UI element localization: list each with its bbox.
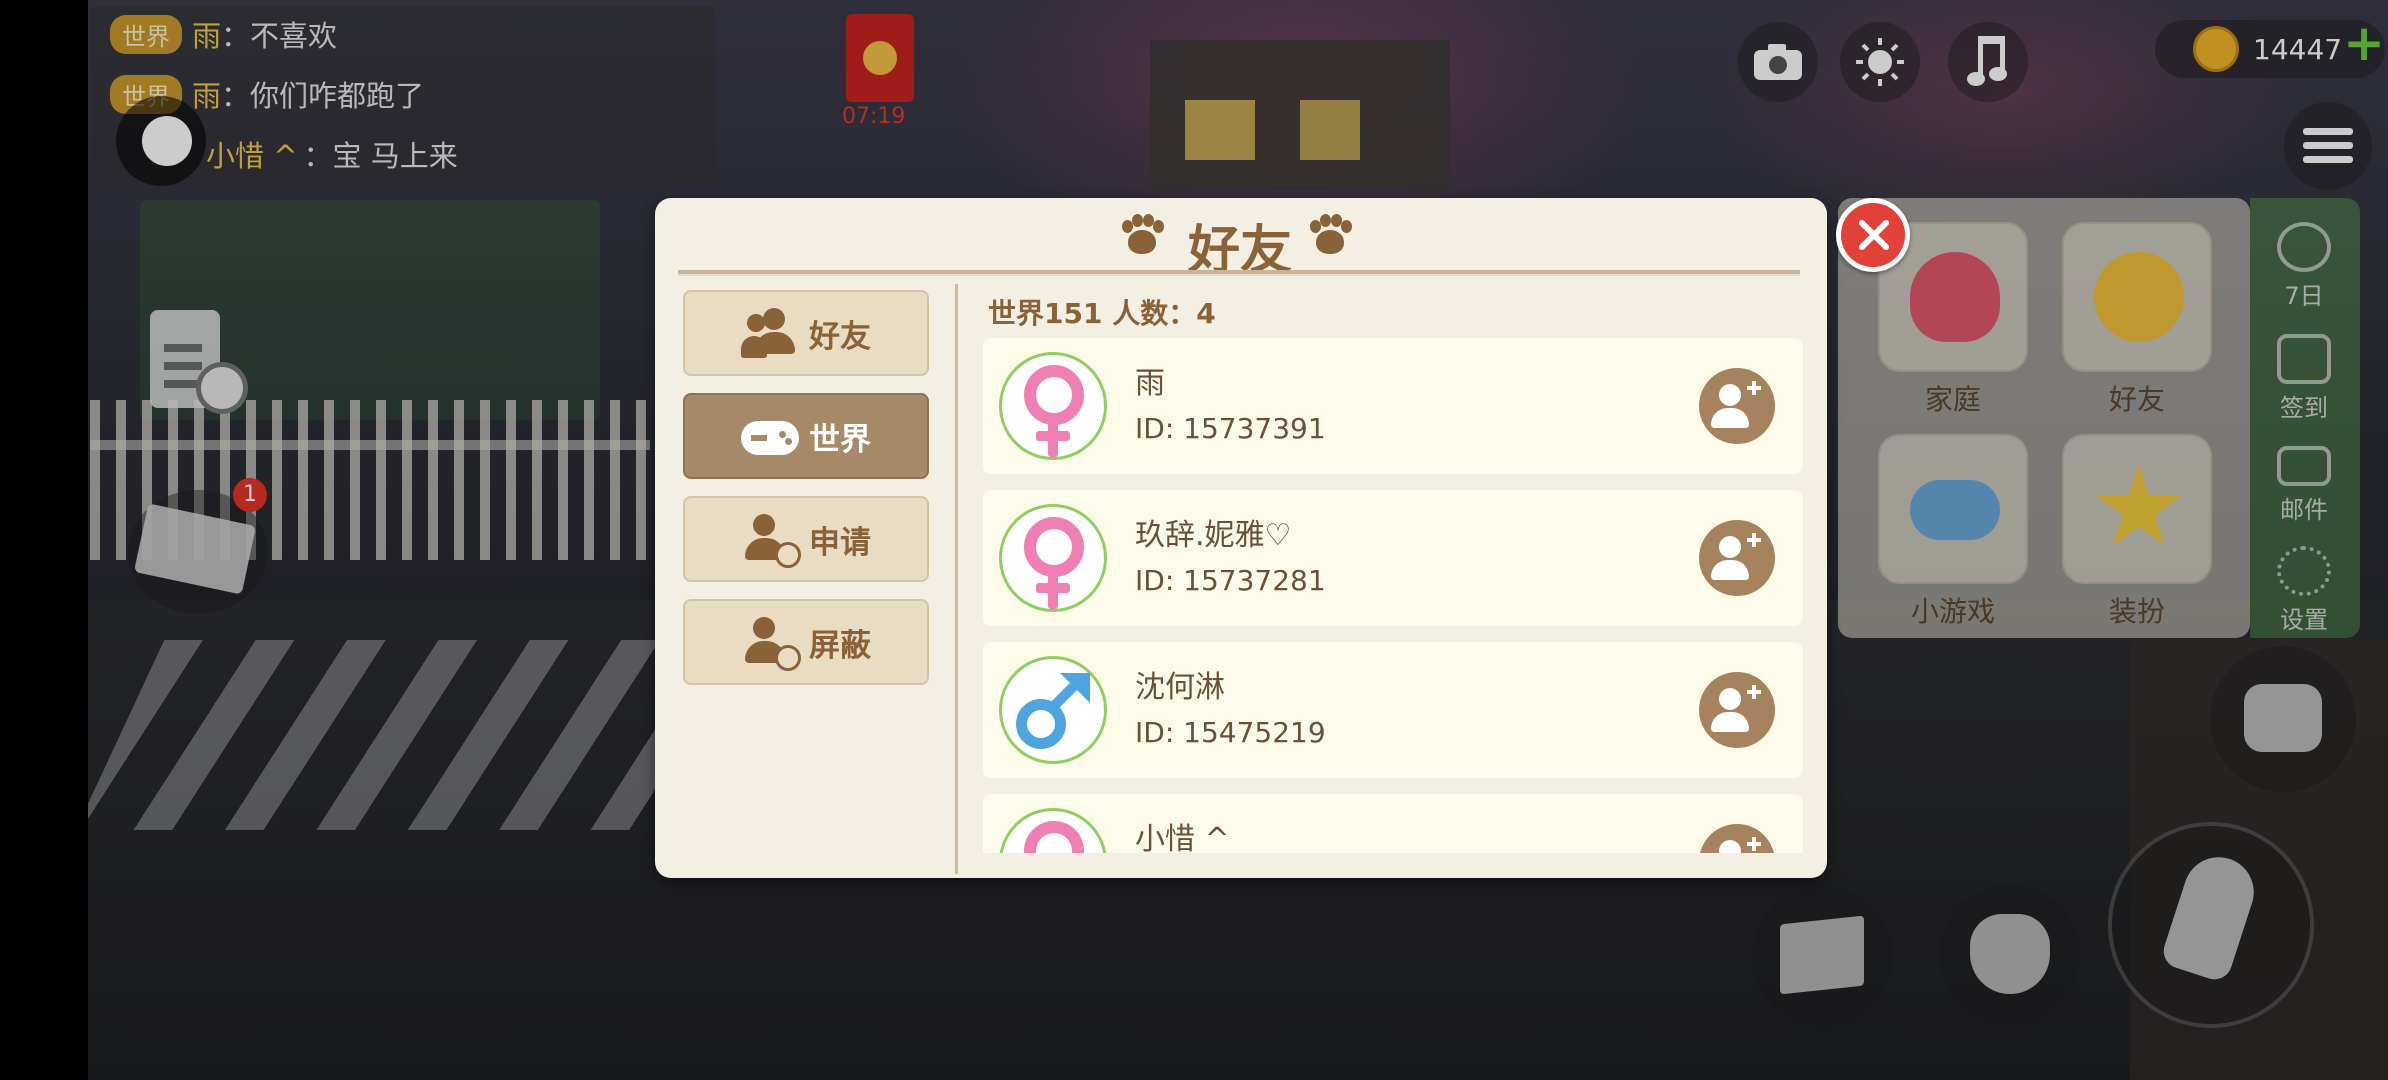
player-card[interactable]: 玖辞.妮雅♡ ID: 15737281 <box>983 490 1803 626</box>
tab-label: 屏蔽 <box>809 627 871 664</box>
female-icon <box>999 808 1107 853</box>
add-friend-button[interactable] <box>1699 520 1775 596</box>
player-id: ID: 15737281 <box>1135 564 1326 597</box>
tab-label: 好友 <box>809 318 871 355</box>
player-name: 玖辞.妮雅♡ <box>1135 518 1292 553</box>
tab-friends[interactable]: 好友 <box>683 290 929 376</box>
channel-info: 世界151 人数：4 <box>988 297 1216 330</box>
tab-blocked[interactable]: 屏蔽 <box>683 599 929 685</box>
close-button[interactable] <box>1836 198 1910 272</box>
friend-request-icon <box>741 512 801 568</box>
male-icon <box>999 656 1107 764</box>
paw-icon <box>1308 214 1352 258</box>
add-friend-button[interactable] <box>1699 672 1775 748</box>
player-card[interactable]: 沈何淋 ID: 15475219 <box>983 642 1803 778</box>
tab-label: 世界 <box>809 421 871 458</box>
tab-label: 申请 <box>809 524 871 561</box>
tab-world[interactable]: 世界 <box>683 393 929 479</box>
add-friend-button[interactable] <box>1699 368 1775 444</box>
tab-requests[interactable]: 申请 <box>683 496 929 582</box>
player-id: ID: 15475219 <box>1135 716 1326 749</box>
player-card[interactable]: 小惜 ^ <box>983 794 1803 853</box>
player-card[interactable]: 雨 ID: 15737391 <box>983 338 1803 474</box>
block-user-icon <box>741 615 801 671</box>
add-friend-button[interactable] <box>1699 824 1775 853</box>
female-icon <box>999 504 1107 612</box>
gamepad-icon <box>741 409 799 463</box>
player-id: ID: 15737391 <box>1135 412 1326 445</box>
title-divider <box>678 270 1800 276</box>
game-scene: 世界 雨 ：不喜欢 世界 雨 ：你们咋都跑了 小惜 ^ ：宝 马上来 07:19… <box>0 0 2388 1080</box>
friends-icon <box>741 306 799 360</box>
player-list[interactable]: 雨 ID: 15737391 玖辞.妮雅♡ ID: 15737281 沈何淋 I… <box>983 336 1803 853</box>
player-name: 沈何淋 <box>1135 670 1225 705</box>
panel-divider <box>955 284 958 874</box>
player-name: 雨 <box>1135 366 1165 401</box>
player-name: 小惜 ^ <box>1135 822 1230 853</box>
female-icon <box>999 352 1107 460</box>
